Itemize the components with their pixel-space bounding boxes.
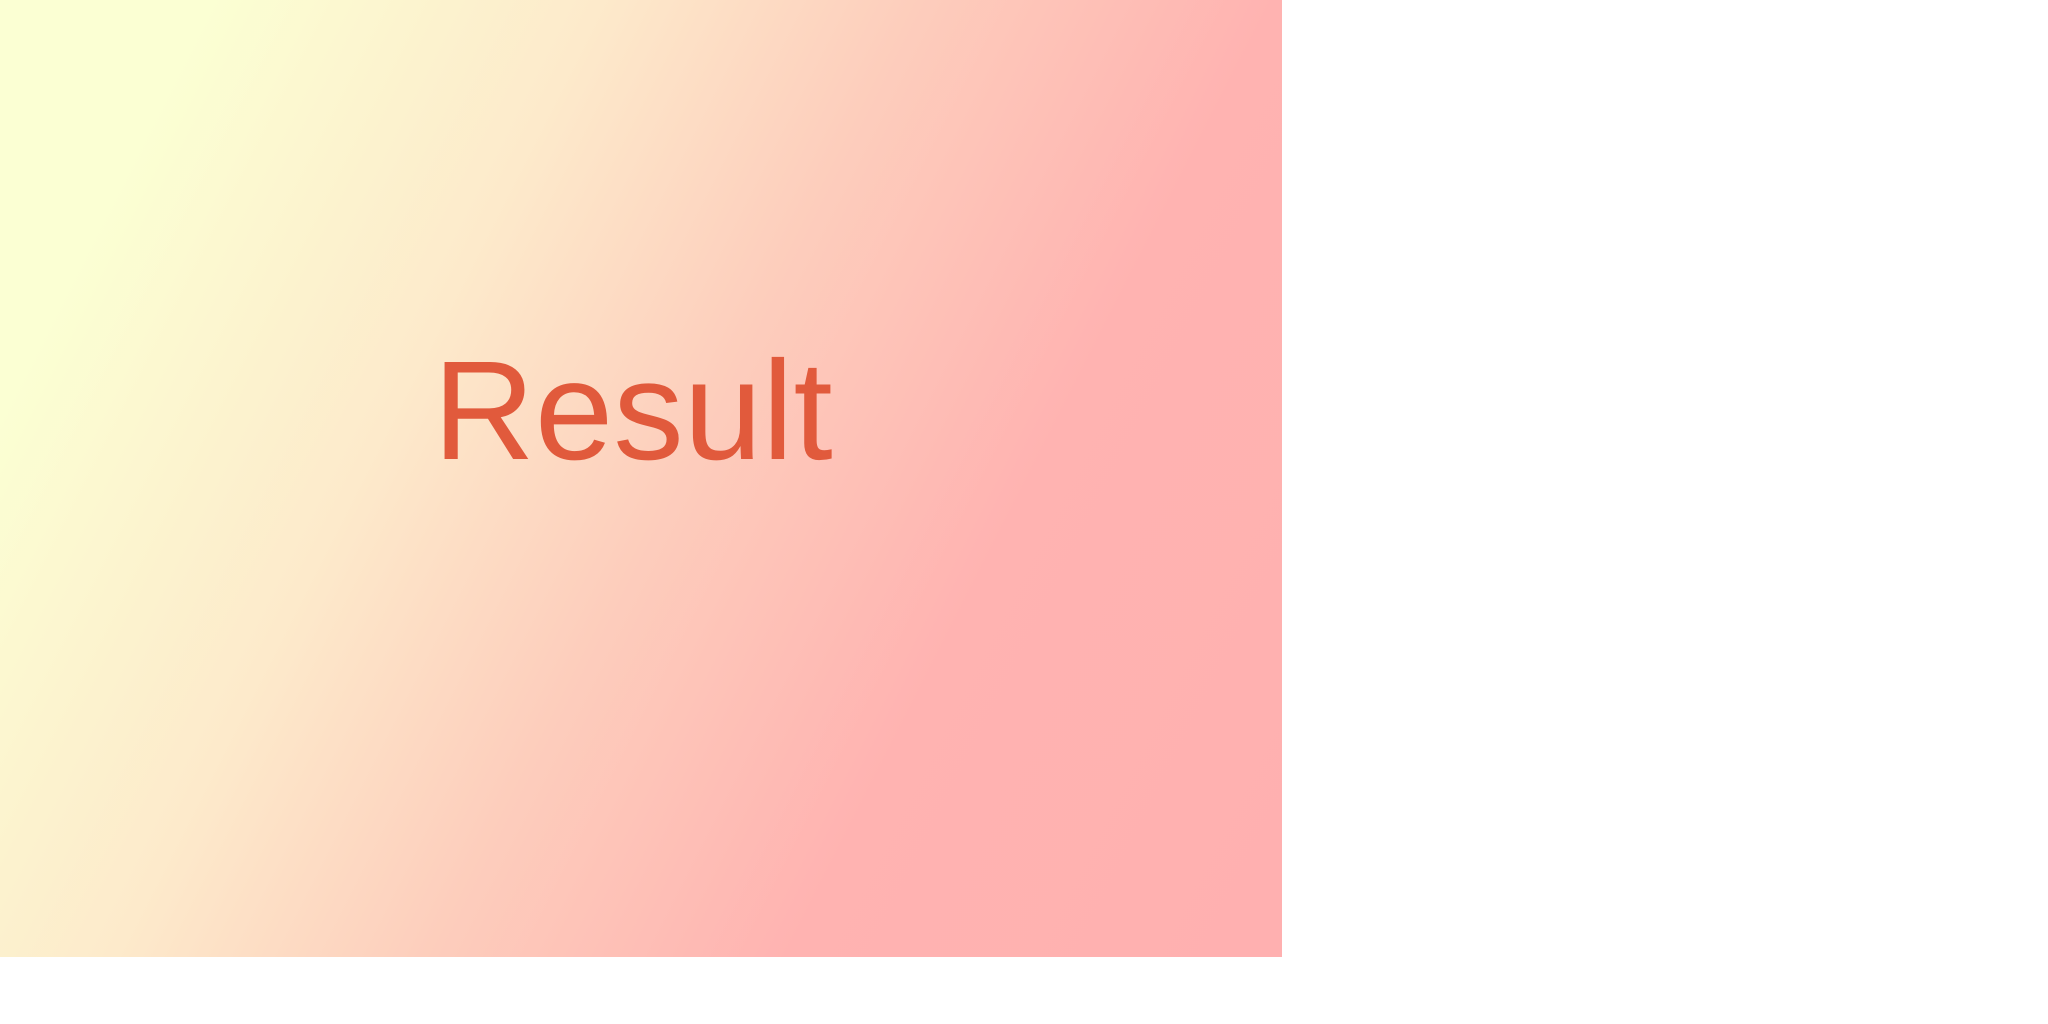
result-label: Result (433, 331, 833, 489)
gradient-panel: Result (0, 0, 1282, 957)
